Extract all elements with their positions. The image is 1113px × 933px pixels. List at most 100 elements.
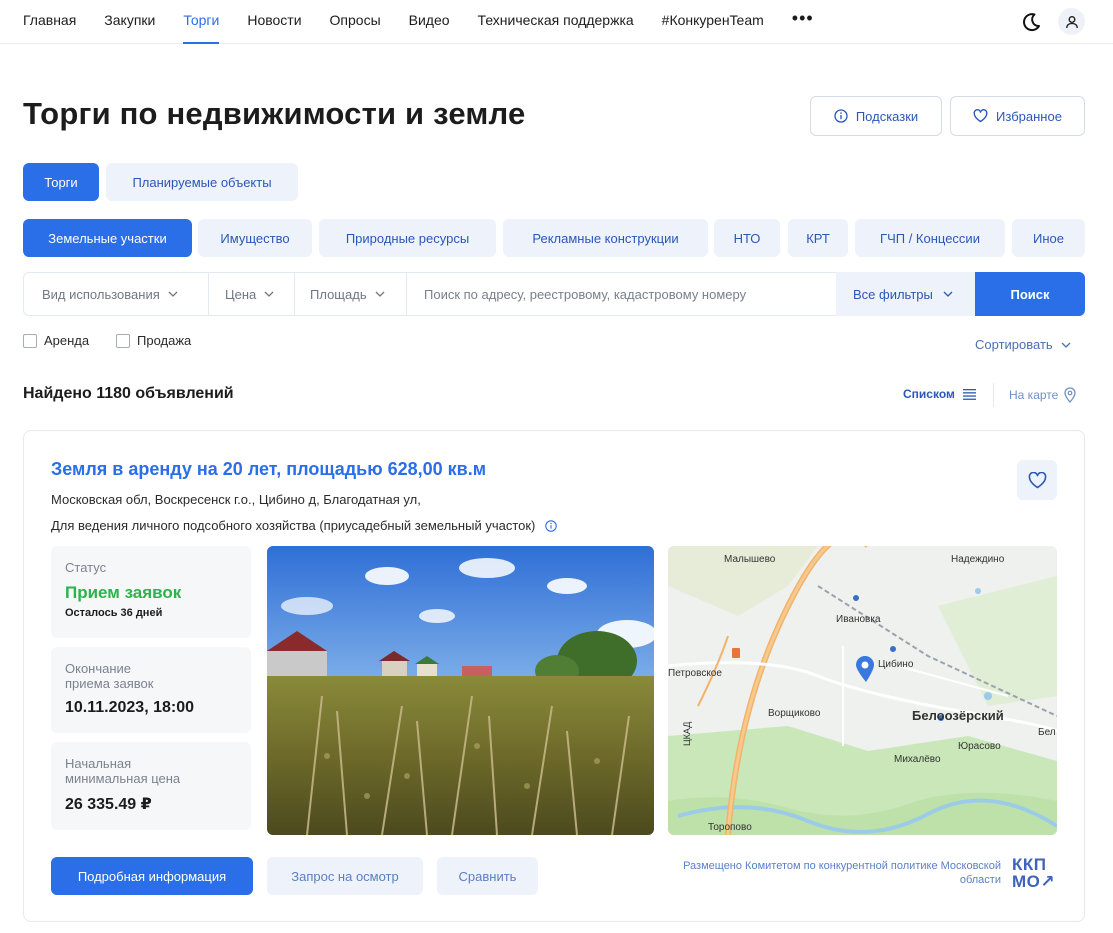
price-label: Цена bbox=[225, 286, 257, 302]
map-label: Надеждино bbox=[951, 554, 1005, 565]
details-button[interactable]: Подробная информация bbox=[51, 857, 253, 895]
sale-checkbox[interactable]: Продажа bbox=[116, 333, 191, 348]
chevron-down-icon bbox=[1061, 342, 1071, 348]
sale-label: Продажа bbox=[137, 333, 192, 348]
tab-natural-resources[interactable]: Природные ресурсы bbox=[319, 219, 496, 257]
results-count: Найдено 1180 объявлений bbox=[23, 385, 234, 402]
listing-card: Земля в аренду на 20 лет, площадью 628,0… bbox=[23, 430, 1085, 922]
user-icon[interactable] bbox=[1058, 8, 1085, 35]
search-input[interactable] bbox=[424, 286, 834, 302]
price-label: Начальная минимальная цена bbox=[65, 756, 181, 786]
top-nav: Главная Закупки Торги Новости Опросы Вид… bbox=[0, 0, 1113, 44]
tab-land-plots[interactable]: Земельные участки bbox=[23, 219, 192, 257]
tab-advertising[interactable]: Рекламные конструкции bbox=[503, 219, 708, 257]
checkbox-box bbox=[116, 333, 130, 348]
price-box: Начальная минимальная цена 26 335.49 ₽ bbox=[51, 742, 251, 830]
nav-item-support[interactable]: Техническая поддержка bbox=[478, 0, 634, 44]
chevron-down-icon bbox=[375, 291, 385, 297]
map-pin-icon bbox=[1064, 387, 1076, 403]
nav-item-home[interactable]: Главная bbox=[23, 0, 76, 44]
listing-photo[interactable] bbox=[267, 546, 654, 835]
price-select[interactable]: Цена bbox=[208, 272, 295, 316]
rent-checkbox[interactable]: Аренда bbox=[23, 333, 89, 348]
tab-planned-objects[interactable]: Планируемые объекты bbox=[106, 163, 298, 201]
listing-title[interactable]: Земля в аренду на 20 лет, площадью 628,0… bbox=[51, 459, 486, 480]
status-badge: Прием заявок bbox=[65, 583, 182, 602]
info-icon bbox=[834, 109, 848, 123]
map-label: Бел bbox=[1038, 727, 1056, 738]
purpose-text: Для ведения личного подсобного хозяйства… bbox=[51, 518, 536, 533]
list-view-toggle[interactable]: Списком bbox=[903, 387, 976, 401]
chevron-down-icon bbox=[264, 291, 274, 297]
nav-item-news[interactable]: Новости bbox=[247, 0, 301, 44]
favorites-label: Избранное bbox=[996, 108, 1062, 124]
all-filters-button[interactable]: Все фильтры bbox=[836, 272, 976, 316]
view-divider bbox=[993, 383, 994, 407]
moon-icon[interactable] bbox=[1020, 11, 1042, 33]
hints-label: Подсказки bbox=[855, 108, 919, 124]
map-view-label: На карте bbox=[1009, 388, 1059, 402]
heart-icon bbox=[973, 109, 988, 123]
nav-item-purchases[interactable]: Закупки bbox=[104, 0, 155, 44]
nav-item-auctions[interactable]: Торги bbox=[183, 0, 219, 44]
list-view-label: Списком bbox=[903, 387, 955, 401]
status-label: Статус bbox=[65, 560, 107, 575]
tab-auctions[interactable]: Торги bbox=[23, 163, 99, 201]
map-label: Цибино bbox=[878, 659, 914, 670]
map-view-toggle[interactable]: На карте bbox=[1009, 387, 1076, 403]
nav-item-polls[interactable]: Опросы bbox=[330, 0, 381, 44]
nav-item-konkurenteam[interactable]: #КонкуренTeam bbox=[662, 0, 764, 44]
listing-purpose: Для ведения личного подсобного хозяйства… bbox=[51, 518, 558, 533]
tab-nto[interactable]: НТО bbox=[714, 219, 780, 257]
map-label: Петровское bbox=[668, 668, 722, 679]
deadline-value: 10.11.2023, 18:00 bbox=[65, 699, 195, 716]
tab-property[interactable]: Имущество bbox=[198, 219, 312, 257]
area-select[interactable]: Площадь bbox=[294, 272, 407, 316]
listing-map[interactable]: Малышево Надеждино Ивановка Петровское Ц… bbox=[668, 546, 1057, 835]
tab-krt[interactable]: КРТ bbox=[788, 219, 848, 257]
hints-button[interactable]: Подсказки bbox=[810, 96, 942, 136]
filter-bar: Вид использования Цена Площадь Все фильт… bbox=[23, 272, 1085, 316]
viewing-request-button[interactable]: Запрос на осмотр bbox=[267, 857, 423, 895]
heart-icon bbox=[1028, 471, 1046, 488]
use-type-label: Вид использования bbox=[42, 286, 160, 302]
map-label: Юрасово bbox=[958, 741, 1001, 752]
deadline-box: Окончание приема заявок 10.11.2023, 18:0… bbox=[51, 647, 251, 733]
card-favorite-button[interactable] bbox=[1017, 460, 1057, 500]
favorites-button[interactable]: Избранное bbox=[950, 96, 1085, 136]
nav-more-icon[interactable]: ••• bbox=[792, 0, 814, 44]
tab-ppp-concessions[interactable]: ГЧП / Концессии bbox=[855, 219, 1005, 257]
search-button[interactable]: Поиск bbox=[975, 272, 1085, 316]
kkp-mo-logo[interactable]: ККП МО↗ bbox=[1012, 856, 1062, 890]
status-box: Статус Прием заявок Осталось 36 дней bbox=[51, 546, 251, 638]
nav-items: Главная Закупки Торги Новости Опросы Вид… bbox=[23, 0, 814, 44]
checkbox-box bbox=[23, 333, 37, 348]
info-icon[interactable] bbox=[545, 519, 558, 532]
rent-label: Аренда bbox=[44, 333, 90, 348]
sort-label: Сортировать bbox=[975, 337, 1053, 352]
compare-button[interactable]: Сравнить bbox=[437, 857, 538, 895]
logo-line: МО↗ bbox=[1012, 872, 1056, 891]
map-label: Ворщиково bbox=[768, 708, 821, 719]
map-label: Ивановка bbox=[836, 614, 881, 625]
page-title: Торги по недвижимости и земле bbox=[23, 96, 526, 131]
logo-line: ККП bbox=[1012, 855, 1047, 874]
map-label: Белоозёрский bbox=[912, 708, 1004, 723]
area-label: Площадь bbox=[310, 286, 367, 302]
nav-item-video[interactable]: Видео bbox=[409, 0, 450, 44]
tab-other[interactable]: Иное bbox=[1012, 219, 1085, 257]
map-label: Торопово bbox=[708, 822, 752, 833]
search-field bbox=[406, 272, 837, 316]
sort-dropdown[interactable]: Сортировать bbox=[975, 337, 1071, 352]
use-type-select[interactable]: Вид использования bbox=[23, 272, 209, 316]
posted-by: Размещено Комитетом по конкурентной поли… bbox=[683, 860, 1001, 886]
deadline-label: Окончание приема заявок bbox=[65, 661, 154, 691]
all-filters-label: Все фильтры bbox=[853, 286, 933, 302]
status-remaining: Осталось 36 дней bbox=[65, 607, 163, 619]
chevron-down-icon bbox=[168, 291, 178, 297]
list-icon bbox=[962, 389, 976, 400]
map-label: ЦКАД bbox=[682, 721, 692, 746]
chevron-down-icon bbox=[943, 291, 953, 297]
map-label: Малышево bbox=[724, 554, 776, 565]
map-label: Михалёво bbox=[894, 754, 941, 765]
